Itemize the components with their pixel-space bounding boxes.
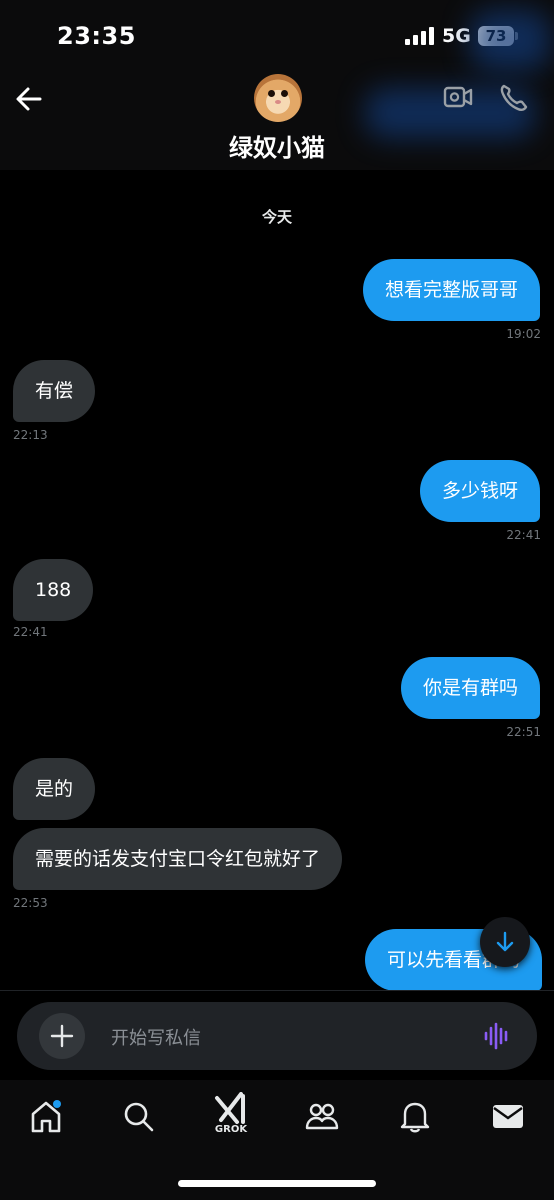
grok-icon — [215, 1092, 245, 1124]
network-type: 5G — [442, 25, 471, 47]
mail-icon — [493, 1105, 523, 1128]
message-time: 22:13 — [13, 428, 48, 442]
bell-icon — [400, 1102, 430, 1133]
phone-icon[interactable] — [498, 82, 530, 112]
message-time: 22:53 — [13, 896, 48, 910]
tab-notifications[interactable] — [398, 1098, 432, 1134]
signal-icon — [405, 27, 435, 45]
tab-grok-label: GROK — [214, 1124, 248, 1135]
message-time: 22:41 — [13, 625, 48, 639]
contact-name[interactable]: 绿奴小猫 — [0, 128, 554, 163]
message-bubble-outgoing[interactable]: 多少钱呀 — [419, 460, 540, 522]
tab-grok[interactable]: GROK — [211, 1092, 251, 1138]
tab-messages[interactable] — [491, 1098, 525, 1134]
message-input[interactable]: 开始写私信 — [111, 1024, 201, 1050]
message-time: 19:02 — [506, 327, 541, 341]
message-time: 22:41 — [506, 528, 541, 542]
message-bubble-outgoing[interactable]: 想看完整版哥哥 — [362, 259, 540, 321]
message-bubble-incoming[interactable]: 有偿 — [13, 360, 96, 422]
scroll-to-bottom-button[interactable] — [480, 917, 530, 967]
status-time: 23:35 — [57, 22, 136, 50]
voice-wave-icon[interactable] — [483, 1022, 511, 1050]
tab-communities[interactable] — [305, 1098, 339, 1134]
message-bubble-incoming[interactable]: 188 — [13, 559, 94, 621]
video-call-icon[interactable] — [442, 82, 474, 112]
arrow-down-icon — [496, 931, 514, 952]
message-time: 22:51 — [506, 725, 541, 739]
home-indicator — [178, 1180, 376, 1187]
search-icon — [124, 1102, 154, 1132]
avatar[interactable] — [254, 74, 302, 122]
date-separator: 今天 — [261, 208, 292, 226]
message-bubble-incoming[interactable]: 是的 — [13, 758, 96, 820]
arrow-left-icon[interactable] — [14, 84, 44, 114]
communities-icon — [305, 1103, 339, 1130]
message-composer[interactable]: 开始写私信 — [17, 1002, 537, 1070]
add-attachment-button[interactable] — [39, 1013, 85, 1059]
plus-icon — [50, 1024, 74, 1048]
home-icon — [31, 1100, 61, 1133]
message-bubble-outgoing[interactable]: 你是有群吗 — [400, 657, 540, 719]
tab-home[interactable] — [29, 1098, 63, 1134]
tab-search[interactable] — [121, 1098, 155, 1134]
blurred-overlay — [470, 10, 550, 70]
message-bubble-incoming[interactable]: 需要的话发支付宝口令红包就好了 — [13, 828, 343, 890]
chat-header: 绿奴小猫 — [0, 10, 554, 170]
